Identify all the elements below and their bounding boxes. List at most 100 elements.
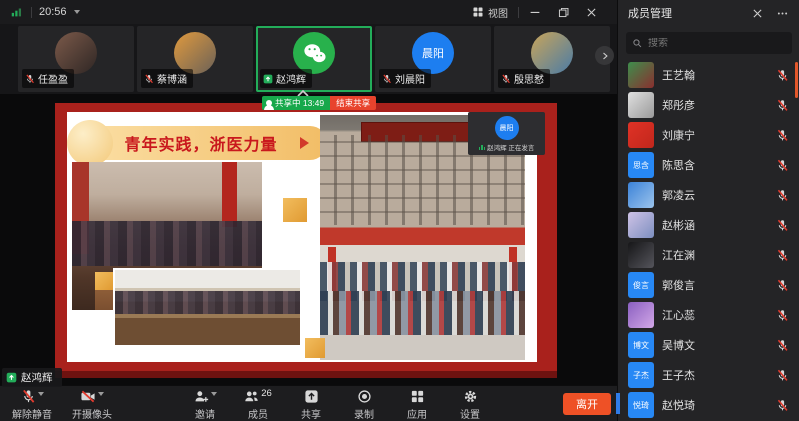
participant-avatar	[174, 32, 216, 74]
mic-muted-icon[interactable]	[776, 309, 789, 322]
invite-person-icon	[194, 389, 209, 404]
participant-avatar: 晨阳	[412, 32, 454, 74]
mic-muted-icon[interactable]	[776, 339, 789, 352]
member-row[interactable]: 刘康宁	[618, 120, 799, 150]
network-signal-icon[interactable]	[10, 5, 24, 19]
view-label: 视图	[488, 5, 508, 20]
participant-name: 蔡博涵	[157, 71, 187, 86]
photo-decoration	[115, 291, 300, 314]
mic-muted-icon[interactable]	[776, 189, 789, 202]
meeting-app: { "titlebar": { "time": "20:56", "view_l…	[0, 0, 799, 421]
mic-muted-icon[interactable]	[776, 249, 789, 262]
member-row[interactable]: 江心蕊	[618, 300, 799, 330]
photo-decoration	[72, 221, 262, 265]
member-name: 郭凌云	[662, 187, 776, 203]
active-speaker-floating-window[interactable]: 晨阳 赵鸿辉 正在发言	[468, 112, 545, 155]
close-panel-icon[interactable]	[751, 7, 764, 20]
camera-options-caret-icon[interactable]	[98, 392, 104, 399]
members-people-icon	[244, 389, 259, 404]
member-name: 江在渊	[662, 247, 776, 263]
member-avatar: 俊言	[628, 272, 654, 298]
participant-avatar	[55, 32, 97, 74]
member-row[interactable]: 思含 陈思含	[618, 150, 799, 180]
member-name: 赵彬涵	[662, 217, 776, 233]
member-name: 陈思含	[662, 157, 776, 173]
slide-bottom-border	[55, 371, 557, 378]
member-list-scrollbar[interactable]	[795, 62, 798, 98]
member-avatar: 思含	[628, 152, 654, 178]
stop-share-button[interactable]: 结束共享	[330, 96, 376, 110]
settings-button[interactable]: 设置	[446, 386, 494, 421]
members-button[interactable]: 26 成员	[234, 386, 282, 421]
thumbnail-scroll-right-button[interactable]	[595, 46, 614, 65]
meeting-time[interactable]: 20:56	[39, 6, 67, 18]
member-name: 王子杰	[662, 367, 776, 383]
member-search-box[interactable]	[626, 32, 792, 54]
participant-name: 赵鸿辉	[276, 71, 306, 86]
search-input[interactable]	[648, 38, 786, 49]
mic-muted-icon[interactable]	[776, 129, 789, 142]
member-row[interactable]: 王艺翰	[618, 60, 799, 90]
slide-title: 青年实践，浙医力量	[124, 131, 277, 155]
slide-gold-square	[305, 338, 325, 358]
close-window-button[interactable]	[579, 2, 603, 22]
search-icon	[632, 38, 643, 49]
participant-thumbnail[interactable]: 晨阳 刘晨阳	[375, 26, 491, 92]
photo-decoration	[222, 162, 237, 227]
mic-muted-icon[interactable]	[776, 369, 789, 382]
share-status-bar: 共享中 13:49 结束共享	[262, 96, 376, 110]
titlebar-separator	[518, 7, 519, 18]
share-button[interactable]: 共享	[287, 386, 335, 421]
slide-content: 青年实践，浙医力量	[67, 112, 537, 362]
participant-thumbnail[interactable]: 任盈盈	[18, 26, 134, 92]
minimize-button[interactable]	[523, 2, 547, 22]
restore-button[interactable]	[551, 2, 575, 22]
member-row[interactable]: 赵彬涵	[618, 210, 799, 240]
main-meeting-window: 20:56 视图 任盈盈	[0, 0, 617, 421]
member-row[interactable]: 悦琦 赵悦琦	[618, 390, 799, 420]
invite-button[interactable]: 邀请	[181, 386, 229, 421]
participant-thumbnail[interactable]: 蔡博涵	[137, 26, 253, 92]
member-row[interactable]: 子杰 王子杰	[618, 360, 799, 390]
member-avatar: 博文	[628, 332, 654, 358]
thumbnail-strip: 任盈盈 蔡博涵 赵鸿辉 晨阳 刘晨阳	[0, 24, 617, 94]
mic-muted-icon[interactable]	[776, 219, 789, 232]
view-layout-button[interactable]: 视图	[466, 3, 514, 22]
member-row[interactable]: 郑彤彦	[618, 90, 799, 120]
participant-name: 殷思慭	[514, 71, 544, 86]
participant-thumbnail[interactable]: 殷思慭	[494, 26, 610, 92]
speaking-indicator-icon	[479, 145, 486, 150]
minimize-icon	[528, 5, 542, 19]
mic-muted-icon	[144, 74, 154, 84]
apps-button[interactable]: 应用	[393, 386, 441, 421]
member-row[interactable]: 江在渊	[618, 240, 799, 270]
camera-on-button[interactable]: 开摄像头	[72, 386, 112, 421]
leave-meeting-button[interactable]: 离开	[563, 393, 611, 415]
layout-grid-icon	[472, 6, 484, 18]
record-button[interactable]: 录制	[340, 386, 388, 421]
mic-muted-icon[interactable]	[776, 159, 789, 172]
member-avatar: 悦琦	[628, 392, 654, 418]
participant-avatar	[531, 32, 573, 74]
unmute-button[interactable]: 解除静音	[12, 386, 52, 421]
member-avatar	[628, 242, 654, 268]
member-row[interactable]: 郭凌云	[618, 180, 799, 210]
time-dropdown-caret-icon[interactable]	[74, 10, 80, 17]
mic-muted-icon[interactable]	[776, 69, 789, 82]
mic-muted-icon[interactable]	[776, 99, 789, 112]
blue-accent-strip	[616, 393, 620, 414]
mic-muted-icon[interactable]	[776, 279, 789, 292]
participant-name-badge: 任盈盈	[22, 69, 74, 88]
member-row[interactable]: 俊言 郭俊言	[618, 270, 799, 300]
mic-muted-icon	[21, 389, 36, 404]
more-options-icon[interactable]	[776, 7, 789, 20]
participant-thumbnail[interactable]: 赵鸿辉	[256, 26, 372, 92]
speaker-avatar: 晨阳	[495, 116, 519, 140]
invite-caret-icon[interactable]	[211, 392, 217, 399]
slide-gold-square	[95, 272, 113, 290]
mic-muted-icon[interactable]	[776, 399, 789, 412]
mic-options-caret-icon[interactable]	[38, 392, 44, 399]
presenter-name-badge: 赵鸿辉	[2, 368, 62, 387]
gear-icon	[463, 389, 478, 404]
member-row[interactable]: 博文 吴博文	[618, 330, 799, 360]
